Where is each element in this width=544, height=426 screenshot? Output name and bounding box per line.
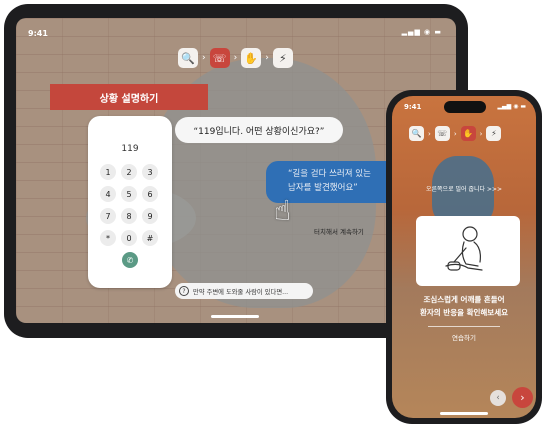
step-arrow-icon: ›: [202, 53, 206, 63]
home-indicator[interactable]: [440, 412, 488, 415]
call-button[interactable]: ✆: [122, 252, 138, 268]
step-hands-icon[interactable]: ✋: [460, 126, 476, 141]
instruction-text: 조심스럽게 어깨를 흔들어 환자의 반응을 확인해보세요: [402, 293, 526, 319]
pointing-hand-icon: ☝: [274, 194, 292, 227]
dispatcher-speech-bubble: “119입니다. 어떤 상황이신가요?”: [175, 117, 343, 143]
status-time: 9:41: [28, 29, 48, 38]
key-6[interactable]: 6: [142, 186, 158, 202]
step-defib-icon[interactable]: ⚡: [486, 126, 502, 141]
question-icon: ?: [179, 286, 189, 296]
phone-screen: 9:41 ▂▄▆ ◉ ▬ 🔍 › ☏ › ✋ › ⚡ 오른쪽으로 밀어 줍니다 …: [392, 96, 536, 418]
step-talk-icon[interactable]: ☏: [209, 48, 230, 68]
step-arrow-icon: ›: [479, 129, 483, 138]
key-5[interactable]: 5: [121, 186, 137, 202]
phone-device: 9:41 ▂▄▆ ◉ ▬ 🔍 › ☏ › ✋ › ⚡ 오른쪽으로 밀어 줍니다 …: [386, 90, 542, 424]
step-progress: 🔍 › ☏ › ✋ › ⚡: [178, 48, 293, 68]
status-icons: ▂▄▆ ◉ ▬: [497, 103, 526, 110]
help-hint-text: 만약 주변에 도와줄 사람이 있다면...: [193, 288, 289, 296]
step-talk-icon[interactable]: ☏: [434, 126, 450, 141]
status-time: 9:41: [404, 103, 422, 111]
practice-button[interactable]: 연습하기: [392, 332, 536, 342]
dynamic-island: [444, 101, 486, 113]
step-arrow-icon: ›: [265, 53, 269, 63]
step-arrow-icon: ›: [233, 53, 238, 63]
phone-keypad-card: 119 1 2 3 4 5 6 7 8 9 * 0 # ✆: [88, 116, 172, 288]
dialed-number: 119: [121, 144, 139, 154]
touch-to-continue-text[interactable]: 터치해서 계속하기: [314, 226, 364, 236]
key-star[interactable]: *: [100, 230, 116, 246]
section-title: 상황 설명하기: [50, 84, 208, 110]
step-search-icon[interactable]: 🔍: [409, 126, 424, 141]
key-9[interactable]: 9: [142, 208, 158, 224]
step-search-icon[interactable]: 🔍: [178, 48, 198, 68]
key-4[interactable]: 4: [100, 186, 116, 202]
key-hash[interactable]: #: [142, 230, 158, 246]
keypad-grid: 1 2 3 4 5 6 7 8 9 * 0 #: [100, 164, 158, 246]
step-defib-icon[interactable]: ⚡: [272, 48, 293, 68]
illustration-card: [416, 216, 520, 286]
help-hint-pill[interactable]: ? 만약 주변에 도와줄 사람이 있다면...: [175, 283, 313, 299]
swipe-hint: 오른쪽으로 밀어 줍니다 >>>: [425, 186, 502, 193]
instruction-line2: 환자의 반응을 확인해보세요: [419, 308, 509, 317]
key-0[interactable]: 0: [121, 230, 137, 246]
key-7[interactable]: 7: [100, 208, 116, 224]
next-button[interactable]: ›: [512, 387, 533, 408]
shoulder-tap-illustration-icon: [445, 226, 483, 271]
prev-button[interactable]: ‹: [490, 390, 506, 406]
user-bubble-line2: 남자를 발견했어요”: [288, 183, 358, 193]
step-progress: 🔍 › ☏ › ✋ › ⚡: [409, 126, 502, 141]
divider: [428, 326, 500, 327]
key-2[interactable]: 2: [121, 164, 137, 180]
status-icons: ▂▄▆ ◉ ▬: [401, 28, 442, 36]
step-arrow-icon: ›: [453, 129, 457, 138]
key-3[interactable]: 3: [142, 164, 158, 180]
instruction-line1: 조심스럽게 어깨를 흔들어: [423, 295, 505, 304]
key-8[interactable]: 8: [121, 208, 137, 224]
user-bubble-line1: “길을 걷다 쓰러져 있는: [288, 169, 371, 179]
step-hands-icon[interactable]: ✋: [241, 48, 262, 68]
key-1[interactable]: 1: [100, 164, 116, 180]
step-arrow-icon: ›: [428, 129, 431, 138]
home-indicator[interactable]: [211, 315, 259, 318]
